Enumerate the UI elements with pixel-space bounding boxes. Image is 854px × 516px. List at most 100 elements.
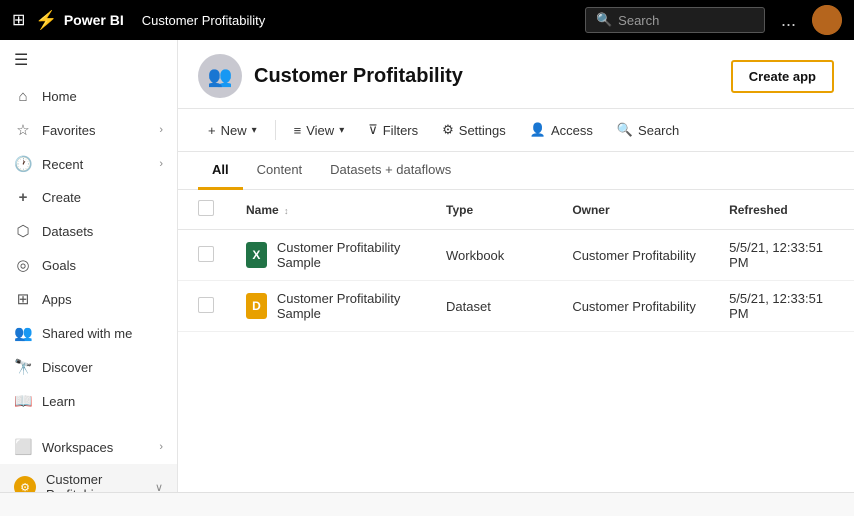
topbar-more-options[interactable]: ...	[781, 10, 796, 31]
sidebar-item-workspaces[interactable]: ⬜ Workspaces ›	[0, 430, 177, 464]
col-header-name[interactable]: Name ↕	[230, 190, 430, 230]
col-header-type[interactable]: Type	[430, 190, 556, 230]
search-icon: 🔍	[617, 122, 633, 138]
topbar-search-input[interactable]	[618, 13, 738, 28]
filters-button[interactable]: ⊽ Filters	[358, 117, 428, 143]
new-button[interactable]: + New ▾	[198, 118, 267, 143]
new-chevron-icon: ▾	[252, 125, 257, 136]
sidebar-item-apps[interactable]: ⊞ Apps	[0, 282, 177, 316]
tab-all[interactable]: All	[198, 152, 243, 190]
content-toolbar: + New ▾ ≡ View ▾ ⊽ Filters ⚙ Settings 👤 …	[178, 109, 854, 152]
dataset-icon-label: D	[252, 299, 261, 313]
sidebar-item-goals[interactable]: ◎ Goals	[0, 248, 177, 282]
col-header-refreshed[interactable]: Refreshed	[713, 190, 854, 230]
row2-checkbox[interactable]	[198, 297, 214, 313]
view-label: View	[306, 123, 334, 138]
sidebar-label-goals: Goals	[42, 258, 76, 273]
sidebar-label-recent: Recent	[42, 157, 83, 172]
row1-file-cell: X Customer Profitability Sample	[246, 240, 414, 270]
view-button[interactable]: ≡ View ▾	[284, 118, 355, 143]
sidebar-label-home: Home	[42, 89, 77, 104]
items-table: Name ↕ Type Owner Refreshed	[178, 190, 854, 332]
row2-refreshed: 5/5/21, 12:33:51 PM	[729, 291, 823, 321]
sidebar-item-recent[interactable]: 🕐 Recent ›	[0, 147, 177, 181]
row1-owner: Customer Profitability	[572, 248, 696, 263]
row1-refreshed-cell: 5/5/21, 12:33:51 PM	[713, 230, 854, 281]
create-app-button[interactable]: Create app	[731, 60, 834, 93]
logo-text: Power BI	[64, 12, 124, 28]
row2-file-cell: D Customer Profitability Sample	[246, 291, 414, 321]
table-row[interactable]: D Customer Profitability Sample Dataset …	[178, 281, 854, 332]
logo: ⚡ Power BI	[35, 10, 123, 31]
settings-label: Settings	[459, 123, 506, 138]
plus-icon: +	[208, 123, 216, 138]
sidebar-item-favorites[interactable]: ☆ Favorites ›	[0, 113, 177, 147]
main-layout: ☰ ⌂ Home ☆ Favorites › 🕐 Recent › + Crea…	[0, 40, 854, 492]
chevron-right-icon2: ›	[159, 158, 163, 170]
row2-name: Customer Profitability Sample	[277, 291, 414, 321]
favorites-icon: ☆	[14, 121, 32, 139]
col-header-checkbox	[178, 190, 230, 230]
sidebar-item-datasets[interactable]: ⬡ Datasets	[0, 214, 177, 248]
row2-owner: Customer Profitability	[572, 299, 696, 314]
new-label: New	[221, 123, 247, 138]
sidebar-label-workspaces: Workspaces	[42, 440, 113, 455]
topbar-page-title: Customer Profitability	[142, 13, 266, 28]
sidebar-item-home[interactable]: ⌂ Home	[0, 80, 177, 113]
settings-button[interactable]: ⚙ Settings	[432, 117, 516, 143]
chevron-right-icon: ›	[159, 124, 163, 136]
row2-name-cell: D Customer Profitability Sample	[230, 281, 430, 332]
access-label: Access	[551, 123, 593, 138]
col-header-owner[interactable]: Owner	[556, 190, 713, 230]
sidebar-item-learn[interactable]: 📖 Learn	[0, 384, 177, 418]
view-icon: ≡	[294, 123, 302, 138]
content-header: 👥 Customer Profitability Create app	[178, 40, 854, 109]
row1-owner-cell: Customer Profitability	[556, 230, 713, 281]
grid-icon[interactable]: ⊞	[12, 10, 25, 30]
sidebar-label-datasets: Datasets	[42, 224, 93, 239]
workspace-icon-symbol: 👥	[208, 64, 233, 89]
topbar-search-box[interactable]: 🔍	[585, 7, 765, 33]
filters-icon: ⊽	[368, 122, 378, 138]
row2-type: Dataset	[446, 299, 491, 314]
row1-refreshed: 5/5/21, 12:33:51 PM	[729, 240, 823, 270]
sidebar-item-current-workspace[interactable]: ⚙ Customer Profitabi... ∨	[0, 464, 177, 492]
learn-icon: 📖	[14, 392, 32, 410]
sidebar-item-discover[interactable]: 🔭 Discover	[0, 350, 177, 384]
table-header-row: Name ↕ Type Owner Refreshed	[178, 190, 854, 230]
tab-content[interactable]: Content	[243, 152, 317, 190]
hamburger-icon: ☰	[14, 52, 28, 69]
topbar-search-icon: 🔍	[596, 12, 612, 28]
header-checkbox[interactable]	[198, 200, 214, 216]
user-avatar[interactable]	[812, 5, 842, 35]
workspaces-chevron: ›	[159, 441, 163, 453]
settings-icon: ⚙	[442, 122, 454, 138]
shared-icon: 👥	[14, 324, 32, 342]
row2-owner-cell: Customer Profitability	[556, 281, 713, 332]
search-button[interactable]: 🔍 Search	[607, 117, 689, 143]
sidebar-item-shared[interactable]: 👥 Shared with me	[0, 316, 177, 350]
row1-checkbox[interactable]	[198, 246, 214, 262]
sidebar-toggle[interactable]: ☰	[0, 40, 177, 80]
sidebar-label-current-workspace: Customer Profitabi...	[46, 472, 145, 492]
sidebar-label-discover: Discover	[42, 360, 93, 375]
sidebar-label-favorites: Favorites	[42, 123, 95, 138]
access-button[interactable]: 👤 Access	[520, 117, 603, 143]
table-row[interactable]: X Customer Profitability Sample Workbook…	[178, 230, 854, 281]
row2-checkbox-cell	[178, 281, 230, 332]
view-chevron-icon: ▾	[339, 125, 344, 136]
col-refreshed-label: Refreshed	[729, 203, 788, 217]
sidebar-item-create[interactable]: + Create	[0, 181, 177, 214]
sidebar: ☰ ⌂ Home ☆ Favorites › 🕐 Recent › + Crea…	[0, 40, 178, 492]
row1-type-cell: Workbook	[430, 230, 556, 281]
home-icon: ⌂	[14, 88, 32, 105]
sidebar-label-learn: Learn	[42, 394, 75, 409]
tab-datasets[interactable]: Datasets + dataflows	[316, 152, 465, 190]
row2-refreshed-cell: 5/5/21, 12:33:51 PM	[713, 281, 854, 332]
col-name-label: Name	[246, 203, 279, 217]
row1-name-cell: X Customer Profitability Sample	[230, 230, 430, 281]
excel-icon-label: X	[252, 248, 260, 262]
workspace-icon: 👥	[198, 54, 242, 98]
search-label: Search	[638, 123, 679, 138]
workspaces-icon: ⬜	[14, 438, 32, 456]
